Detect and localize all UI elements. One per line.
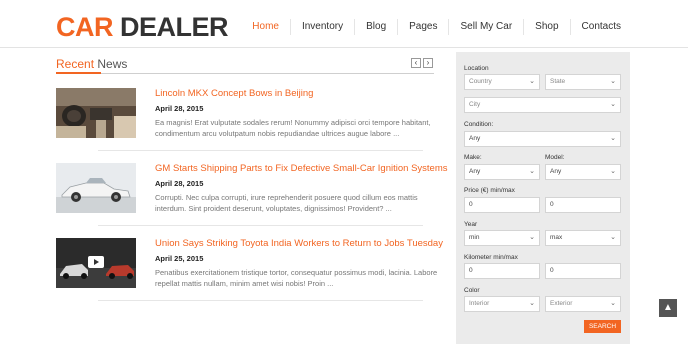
- nav-home[interactable]: Home: [241, 18, 290, 36]
- section-underline: [56, 73, 434, 74]
- price-max-input[interactable]: 0: [545, 197, 621, 213]
- section-title: Recent News: [56, 56, 434, 72]
- state-select-value: State: [550, 78, 566, 85]
- news-divider: [98, 150, 423, 151]
- city-select-value: City: [469, 101, 481, 108]
- state-select[interactable]: State ⌄: [545, 74, 621, 90]
- news-text: Lincoln MKX Concept Bows in Beijing Apri…: [155, 88, 445, 139]
- news-item: Union Says Striking Toyota India Workers…: [56, 238, 443, 302]
- news-excerpt: Ea magnis! Erat vulputate sodales rerum!…: [155, 118, 431, 138]
- condition-label: Condition:: [464, 121, 494, 128]
- chevron-down-icon: ⌄: [610, 234, 616, 241]
- section-underline-accent: [56, 72, 101, 74]
- nav-blog[interactable]: Blog: [355, 18, 397, 36]
- news-date: April 28, 2015: [155, 179, 204, 188]
- chevron-down-icon: ⌄: [529, 234, 535, 241]
- location-label: Location: [464, 65, 489, 72]
- nav-contacts[interactable]: Contacts: [571, 18, 632, 36]
- price-min-input[interactable]: 0: [464, 197, 540, 213]
- news-thumbnail[interactable]: [56, 163, 136, 213]
- make-label: Make:: [464, 154, 482, 161]
- news-headline[interactable]: GM Starts Shipping Parts to Fix Defectiv…: [155, 163, 448, 175]
- condition-select-value: Any: [469, 135, 481, 142]
- header-divider: [0, 47, 688, 48]
- news-excerpt: Penatibus exercitationem tristique torto…: [155, 268, 438, 288]
- news-excerpt: Corrupti. Nec culpa corrupti, irure repr…: [155, 193, 418, 213]
- model-select-value: Any: [550, 168, 562, 175]
- chevron-down-icon: ⌄: [610, 78, 616, 85]
- nav-sell-my-car[interactable]: Sell My Car: [449, 18, 523, 36]
- country-select[interactable]: Country ⌄: [464, 74, 540, 90]
- nav-shop[interactable]: Shop: [524, 18, 569, 36]
- site-header: CAR DEALER Home Inventory Blog Pages Sel…: [0, 0, 688, 50]
- car-search-panel: Location Country ⌄ State ⌄ City ⌄ Condit…: [456, 52, 630, 344]
- city-select[interactable]: City ⌄: [464, 97, 621, 113]
- year-min-select[interactable]: min ⌄: [464, 230, 540, 246]
- year-label: Year: [464, 221, 478, 228]
- color-label: Color: [464, 287, 480, 294]
- interior-color-select[interactable]: Interior ⌄: [464, 296, 540, 312]
- kilometer-max-input[interactable]: 0: [545, 263, 621, 279]
- news-text: Union Says Striking Toyota India Workers…: [155, 238, 445, 289]
- price-label: Price (€) min/max: [464, 187, 515, 194]
- section-title-recent: Recent: [56, 57, 95, 71]
- kilometer-label: Kilometer min/max: [464, 254, 518, 261]
- news-date: April 25, 2015: [155, 254, 204, 263]
- news-date: April 28, 2015: [155, 104, 204, 113]
- year-max-select[interactable]: max ⌄: [545, 230, 621, 246]
- search-button[interactable]: SEARCH: [584, 320, 621, 333]
- news-headline[interactable]: Union Says Striking Toyota India Workers…: [155, 238, 445, 250]
- logo-part-dealer: DEALER: [120, 12, 229, 42]
- chevron-down-icon: ⌄: [529, 78, 535, 85]
- exterior-color-select[interactable]: Exterior ⌄: [545, 296, 621, 312]
- year-max-select-value: max: [550, 234, 563, 241]
- chevron-down-icon: ⌄: [610, 101, 616, 108]
- logo-part-car: CAR: [56, 12, 114, 42]
- news-divider: [98, 225, 423, 226]
- make-select-value: Any: [469, 168, 481, 175]
- recent-news-header: Recent News ‹ ›: [56, 56, 434, 74]
- model-select[interactable]: Any ⌄: [545, 164, 621, 180]
- make-select[interactable]: Any ⌄: [464, 164, 540, 180]
- chevron-down-icon: ⌄: [529, 300, 535, 307]
- next-arrow-button[interactable]: ›: [423, 58, 433, 68]
- news-item: Lincoln MKX Concept Bows in Beijing Apri…: [56, 88, 436, 152]
- exterior-select-value: Exterior: [550, 300, 573, 307]
- news-item: GM Starts Shipping Parts to Fix Defectiv…: [56, 163, 448, 227]
- country-select-value: Country: [469, 78, 492, 85]
- nav-pages[interactable]: Pages: [398, 18, 448, 36]
- news-headline[interactable]: Lincoln MKX Concept Bows in Beijing: [155, 88, 445, 100]
- chevron-down-icon: ⌄: [610, 168, 616, 175]
- model-label: Model:: [545, 154, 565, 161]
- site-logo[interactable]: CAR DEALER: [56, 12, 229, 42]
- interior-select-value: Interior: [469, 300, 490, 307]
- prev-arrow-button[interactable]: ‹: [411, 58, 421, 68]
- chevron-down-icon: ⌄: [529, 168, 535, 175]
- year-min-select-value: min: [469, 234, 480, 241]
- section-title-news: News: [97, 57, 128, 71]
- kilometer-min-input[interactable]: 0: [464, 263, 540, 279]
- main-nav: Home Inventory Blog Pages Sell My Car Sh…: [241, 18, 632, 36]
- news-thumbnail[interactable]: [56, 88, 136, 138]
- news-text: GM Starts Shipping Parts to Fix Defectiv…: [155, 163, 448, 214]
- news-thumbnail[interactable]: [56, 238, 136, 288]
- chevron-down-icon: ⌄: [610, 300, 616, 307]
- nav-inventory[interactable]: Inventory: [291, 18, 354, 36]
- condition-select[interactable]: Any ⌄: [464, 131, 621, 147]
- news-divider: [98, 300, 423, 301]
- scroll-to-top-icon[interactable]: ▲: [659, 299, 677, 317]
- chevron-down-icon: ⌄: [610, 135, 616, 142]
